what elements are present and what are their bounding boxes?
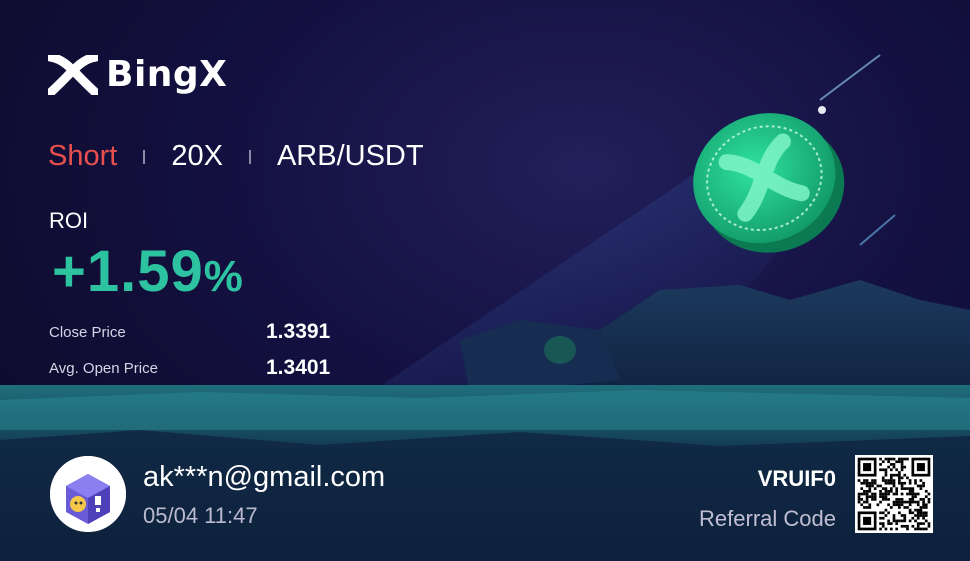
bingx-x-icon — [48, 54, 98, 95]
roi-unit: % — [203, 252, 244, 301]
avg-open-price-label: Avg. Open Price — [49, 359, 158, 377]
qr-code — [855, 455, 933, 533]
avg-open-price-row: Avg. Open Price 1.3401 — [49, 356, 330, 380]
divider — [248, 149, 251, 164]
trading-pair: ARB/USDT — [276, 140, 424, 172]
brand-logo: BingX — [48, 54, 227, 95]
roi-label: ROI — [49, 208, 89, 233]
avatar-image — [50, 456, 126, 532]
close-price-row: Close Price 1.3391 — [49, 320, 330, 344]
user-email: ak***n@gmail.com — [143, 461, 386, 493]
position-summary: Short 20X ARB/USDT — [48, 140, 424, 173]
close-price-value: 1.3391 — [266, 320, 331, 343]
leverage: 20X — [171, 140, 223, 172]
brand-name: BingX — [106, 54, 228, 95]
avg-open-price-value: 1.3401 — [266, 356, 331, 379]
share-time: 05/04 11:47 — [143, 503, 258, 528]
roi-number: +1.59 — [52, 239, 204, 304]
divider — [143, 149, 146, 164]
referral-label: Referral Code — [699, 506, 836, 531]
avatar — [50, 456, 126, 532]
qr-code-pattern — [857, 457, 931, 531]
share-card: BingX Short 20X ARB/USDT ROI +1.59% Clos… — [0, 0, 970, 561]
close-price-label: Close Price — [49, 323, 126, 341]
referral-code: VRUIF0 — [757, 466, 836, 491]
position-side: Short — [48, 140, 118, 172]
roi-value: +1.59% — [52, 238, 244, 305]
